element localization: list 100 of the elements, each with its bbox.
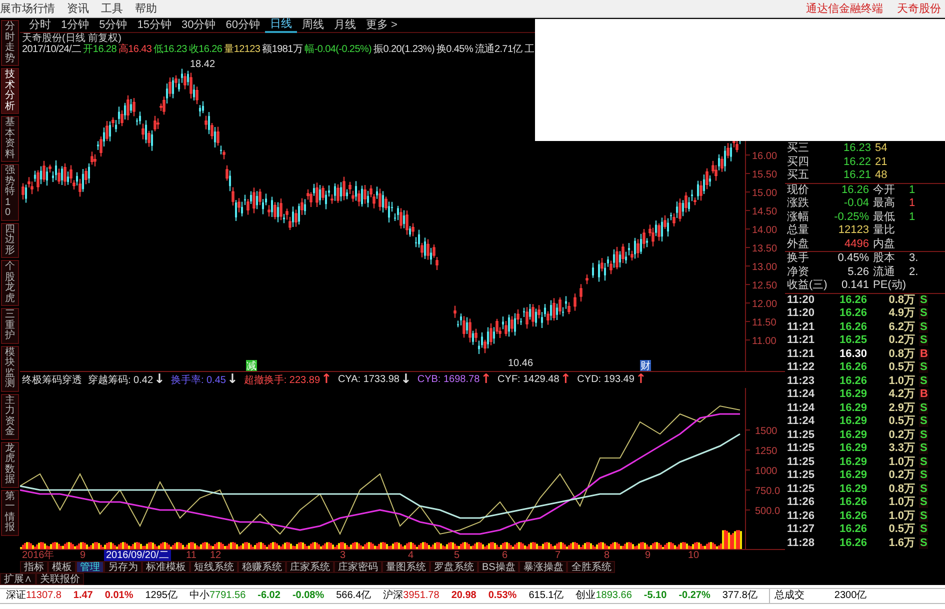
menu-item[interactable]: 帮助: [135, 1, 169, 16]
trade-volume: 2.9万: [888, 402, 916, 415]
side-tab[interactable]: 强势特10: [1, 164, 19, 220]
quote-field: 振0.20(1.23%): [374, 44, 434, 56]
menu-item[interactable]: 工具: [101, 1, 135, 16]
quote-label: 换手: [787, 252, 810, 266]
trade-side: B: [919, 348, 929, 360]
template-tab[interactable]: 全胜系统: [567, 561, 616, 573]
header-link[interactable]: 天奇股份: [883, 1, 941, 16]
quote-label: 今开: [873, 184, 896, 196]
trade-price: 16.29: [838, 415, 868, 428]
side-tab[interactable]: 技术分析: [1, 68, 19, 114]
axis-label: 5: [454, 550, 460, 562]
side-tab[interactable]: 基本资料: [1, 116, 19, 162]
period-tab[interactable]: 分时: [24, 18, 56, 32]
quote-label: 净资: [787, 266, 810, 279]
axis-label: 3: [340, 550, 346, 562]
axis-label: 2016年: [22, 550, 54, 562]
side-tab[interactable]: 分时走势: [1, 20, 19, 66]
percent-value: -0.08%: [292, 589, 324, 603]
low-price-label: 10.46: [508, 358, 534, 369]
menu-item[interactable]: 展市场行情: [0, 1, 67, 16]
template-tab[interactable]: 量图系统: [382, 561, 430, 573]
side-tab[interactable]: 三重护: [1, 308, 19, 344]
template-tab[interactable]: 指标: [20, 561, 48, 573]
status-tab[interactable]: 关联报价: [36, 573, 84, 585]
trade-time: 11:24: [787, 388, 816, 402]
template-tab[interactable]: 模板: [48, 561, 76, 573]
trade-volume: 0.2万: [888, 334, 916, 348]
market-name: 中小: [189, 590, 210, 601]
trade-volume: 1.6万: [888, 536, 916, 550]
index-value: 1893.66: [596, 590, 632, 601]
turnover-value: 615.1亿: [528, 589, 564, 603]
period-tab[interactable]: 30分钟: [176, 18, 221, 32]
period-tab[interactable]: 15分钟: [132, 18, 176, 32]
trade-volume: 3.3万: [888, 442, 916, 456]
turnover-value: 377.8亿: [722, 589, 758, 603]
template-tab[interactable]: 另存为: [104, 561, 142, 573]
trade-time: 11:25: [787, 442, 816, 456]
trade-volume: 1.0万: [888, 510, 916, 523]
percent-value: -0.27%: [678, 589, 710, 603]
quote-value: -0.25%: [833, 210, 870, 224]
trade-price: 16.26: [838, 294, 868, 307]
side-tab[interactable]: 四边形: [1, 222, 19, 258]
side-tab[interactable]: 第一情报: [1, 490, 19, 536]
side-tab[interactable]: 个股龙虎: [1, 260, 19, 306]
axis-label: 10: [688, 550, 700, 562]
trade-time: 11:24: [787, 402, 816, 415]
axis-label: 8: [604, 550, 610, 562]
period-tab[interactable]: 1分钟: [56, 18, 94, 32]
trade-time: 11:21: [787, 334, 816, 348]
percent-value: 0.01%: [104, 589, 134, 603]
arrow-glyph: ↑: [480, 373, 492, 386]
menu-item[interactable]: 资讯: [67, 1, 101, 16]
bid-volume: 21: [875, 156, 888, 169]
template-tab[interactable]: 庄家系统: [286, 561, 334, 573]
percent-value: 0.53%: [488, 589, 517, 603]
period-tab[interactable]: 月线: [329, 18, 361, 32]
period-tab[interactable]: 周线: [297, 18, 329, 32]
trade-time: 11:28: [787, 536, 816, 550]
trade-side: S: [919, 510, 928, 522]
header-link[interactable]: 通达信金融终端: [792, 1, 883, 16]
side-tab[interactable]: 龙虎数据: [1, 442, 19, 488]
event-marker: 减: [246, 360, 257, 371]
quote-label: 收益(三): [787, 279, 828, 292]
axis-label: 12.00: [752, 298, 778, 310]
trade-time: 11:26: [787, 510, 816, 523]
template-tab[interactable]: 稳赚系统: [238, 561, 286, 573]
template-tab[interactable]: 庄家密码: [334, 561, 382, 573]
axis-label: 12: [210, 550, 222, 562]
chart-title: 天奇股份(日线 前复权): [22, 33, 122, 44]
side-tab[interactable]: 主力资金: [1, 394, 19, 440]
arrow-glyph: ↓: [400, 373, 412, 386]
quote-label: 量比: [873, 224, 896, 238]
template-tab[interactable]: 管理: [76, 561, 104, 573]
axis-label: 1250: [755, 446, 778, 457]
trade-volume: 6.2万: [888, 320, 916, 334]
period-tab[interactable]: 60分钟: [220, 18, 265, 32]
quote-label: 股本: [873, 252, 896, 266]
trade-volume: 1.0万: [888, 496, 916, 510]
quote-field: 工: [524, 44, 534, 56]
template-tab[interactable]: BS操盘: [478, 561, 520, 573]
template-tab[interactable]: 暴涨操盘: [519, 561, 568, 573]
period-tab[interactable]: 5分钟: [94, 18, 132, 32]
template-tab[interactable]: 罗盘系统: [430, 561, 478, 573]
quote-field: 收16.26: [188, 44, 222, 56]
axis-label: 15.50: [752, 169, 778, 180]
axis-label: 750.0: [755, 486, 780, 497]
trade-volume: 0.8万: [888, 482, 916, 496]
period-tab[interactable]: 更多 >: [361, 18, 402, 32]
template-tab[interactable]: 标准模板: [142, 561, 190, 573]
status-tab[interactable]: 扩展∧: [0, 573, 36, 585]
template-tab[interactable]: 短线系统: [190, 561, 238, 573]
market-name: 沪深: [383, 590, 404, 601]
turnover-value: 1295亿: [145, 589, 178, 603]
trade-time: 11:26: [787, 496, 816, 510]
trade-price: 16.26: [838, 374, 868, 388]
axis-label: 16.00: [752, 150, 778, 162]
side-tab[interactable]: 模块监测: [1, 346, 19, 392]
trade-time: 11:25: [787, 469, 816, 482]
